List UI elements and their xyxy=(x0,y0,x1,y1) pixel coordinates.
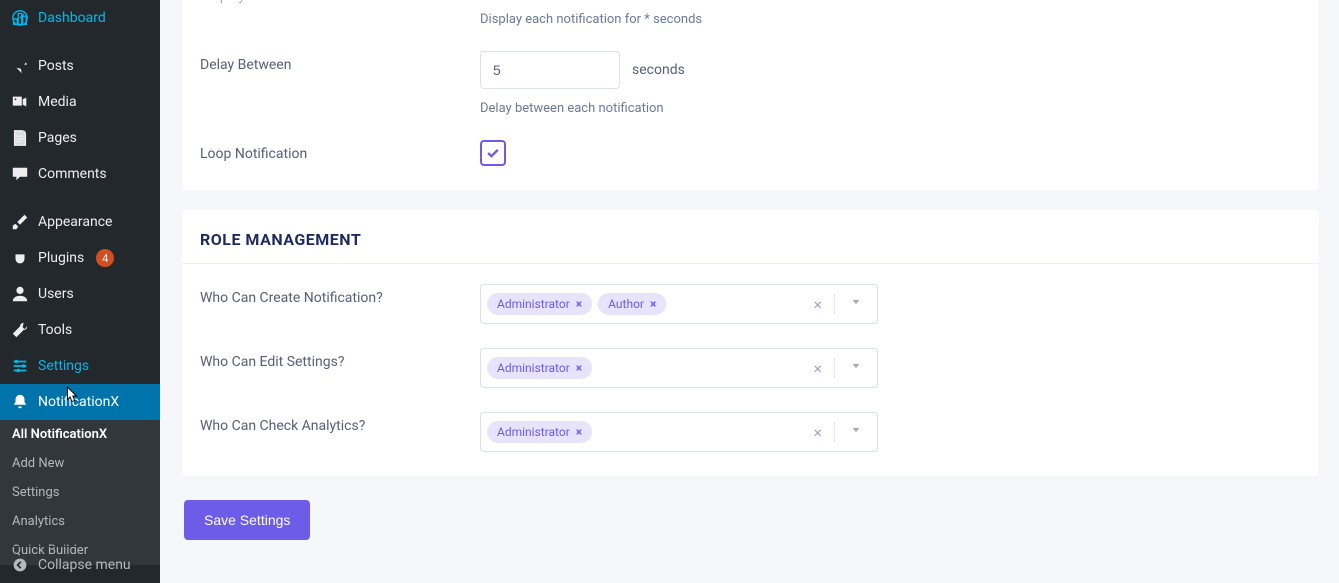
sidebar-item-posts[interactable]: Posts xyxy=(0,48,160,84)
sidebar-label: Users xyxy=(38,286,74,302)
submenu-item-settings[interactable]: Settings xyxy=(0,478,160,507)
sidebar-item-pages[interactable]: Pages xyxy=(0,120,160,156)
clear-all-icon[interactable]: × xyxy=(807,423,828,442)
tag-label: Administrator xyxy=(497,361,570,375)
who-create-row: Who Can Create Notification? Administrat… xyxy=(200,272,1301,336)
chevron-down-icon[interactable] xyxy=(841,295,871,313)
sidebar-label: Settings xyxy=(38,358,89,374)
save-settings-button[interactable]: Save Settings xyxy=(184,500,310,540)
pages-icon xyxy=(10,128,30,148)
check-icon xyxy=(485,145,501,161)
comment-icon xyxy=(10,164,30,184)
sidebar-submenu: All NotificationX Add New Settings Analy… xyxy=(0,420,160,565)
clear-all-icon[interactable]: × xyxy=(807,359,828,378)
sidebar-item-notificationx[interactable]: NotificationX xyxy=(0,384,160,420)
admin-sidebar: Dashboard Posts Media Pages Comments App… xyxy=(0,0,160,583)
delay-between-label: Delay Between xyxy=(200,51,480,73)
loop-row: Loop Notification xyxy=(200,128,1301,178)
chevron-down-icon[interactable] xyxy=(841,359,871,377)
tag-label: Administrator xyxy=(497,425,570,439)
sidebar-item-appearance[interactable]: Appearance xyxy=(0,204,160,240)
dashboard-icon xyxy=(10,8,30,28)
role-management-title: ROLE MANAGEMENT xyxy=(182,210,1319,264)
tag-label: Author xyxy=(608,297,644,311)
who-edit-row: Who Can Edit Settings? Administrator × × xyxy=(200,336,1301,400)
brush-icon xyxy=(10,212,30,232)
tag: Administrator × xyxy=(487,357,592,379)
sidebar-item-users[interactable]: Users xyxy=(0,276,160,312)
who-edit-label: Who Can Edit Settings? xyxy=(200,348,480,370)
sidebar-label: Plugins xyxy=(38,250,84,266)
sidebar-label: Posts xyxy=(38,58,74,74)
submenu-item-analytics[interactable]: Analytics xyxy=(0,507,160,536)
tag: Administrator × xyxy=(487,421,592,443)
who-create-label: Who Can Create Notification? xyxy=(200,284,480,306)
sidebar-item-comments[interactable]: Comments xyxy=(0,156,160,192)
user-icon xyxy=(10,284,30,304)
sidebar-item-media[interactable]: Media xyxy=(0,84,160,120)
sliders-icon xyxy=(10,356,30,376)
timing-panel: Display For seconds Display each notific… xyxy=(182,0,1319,190)
media-icon xyxy=(10,92,30,112)
sidebar-label: Comments xyxy=(38,166,107,182)
loop-checkbox[interactable] xyxy=(480,140,506,166)
sidebar-item-tools[interactable]: Tools xyxy=(0,312,160,348)
submenu-item-all[interactable]: All NotificationX xyxy=(0,420,160,449)
tag: Author × xyxy=(598,293,666,315)
plugins-badge: 4 xyxy=(96,249,114,267)
clear-all-icon[interactable]: × xyxy=(807,295,828,314)
display-for-row: Display For seconds Display each notific… xyxy=(200,0,1301,39)
collapse-icon xyxy=(10,555,30,575)
who-edit-select[interactable]: Administrator × × xyxy=(480,348,878,388)
loop-label: Loop Notification xyxy=(200,140,480,162)
tag-label: Administrator xyxy=(497,297,570,311)
sidebar-label: Dashboard xyxy=(38,10,106,26)
main-content: Display For seconds Display each notific… xyxy=(160,0,1339,583)
bell-icon xyxy=(10,392,30,412)
chevron-down-icon[interactable] xyxy=(841,423,871,441)
sidebar-label: Tools xyxy=(38,322,72,338)
tag-remove-icon[interactable]: × xyxy=(576,425,582,439)
delay-between-unit: seconds xyxy=(632,62,685,78)
wrench-icon xyxy=(10,320,30,340)
who-create-select[interactable]: Administrator × Author × × xyxy=(480,284,878,324)
pin-icon xyxy=(10,56,30,76)
sidebar-label: Appearance xyxy=(38,214,112,230)
collapse-label: Collapse menu xyxy=(38,557,131,573)
who-analytics-select[interactable]: Administrator × × xyxy=(480,412,878,452)
who-analytics-row: Who Can Check Analytics? Administrator × … xyxy=(200,400,1301,464)
who-analytics-label: Who Can Check Analytics? xyxy=(200,412,480,434)
display-for-help: Display each notification for * seconds xyxy=(480,12,1301,27)
sidebar-label: NotificationX xyxy=(38,394,119,410)
plug-icon xyxy=(10,248,30,268)
tag-remove-icon[interactable]: × xyxy=(576,361,582,375)
tag-remove-icon[interactable]: × xyxy=(650,297,656,311)
sidebar-item-plugins[interactable]: Plugins 4 xyxy=(0,240,160,276)
collapse-menu-button[interactable]: Collapse menu xyxy=(0,546,160,583)
role-management-panel: ROLE MANAGEMENT Who Can Create Notificat… xyxy=(182,210,1319,476)
submenu-item-addnew[interactable]: Add New xyxy=(0,449,160,478)
delay-between-row: Delay Between seconds Delay between each… xyxy=(200,39,1301,128)
sidebar-item-dashboard[interactable]: Dashboard xyxy=(0,0,160,36)
tag: Administrator × xyxy=(487,293,592,315)
sidebar-label: Pages xyxy=(38,130,77,146)
tag-remove-icon[interactable]: × xyxy=(576,297,582,311)
sidebar-label: Media xyxy=(38,94,77,110)
sidebar-item-settings[interactable]: Settings xyxy=(0,348,160,384)
delay-between-help: Delay between each notification xyxy=(480,101,1301,116)
delay-between-input[interactable] xyxy=(480,51,620,89)
display-for-label: Display For xyxy=(200,0,480,4)
